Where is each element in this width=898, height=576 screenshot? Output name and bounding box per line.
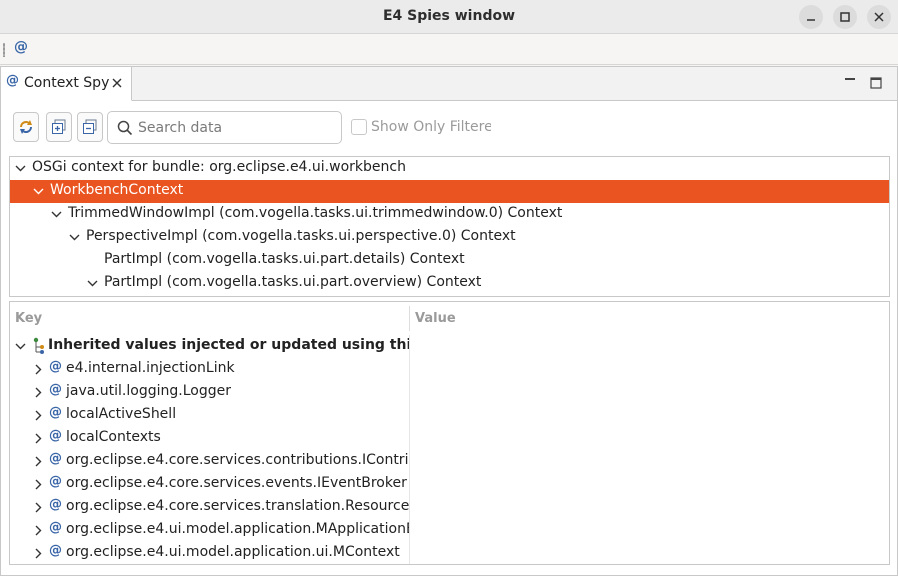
entry-key: localActiveShell [66, 406, 177, 422]
refresh-icon [20, 120, 32, 134]
tree-row-part-overview[interactable]: PartImpl (com.vogella.tasks.ui.part.over… [10, 272, 889, 295]
tree-label: PartImpl (com.vogella.tasks.ui.part.deta… [104, 251, 465, 267]
minimize-button[interactable] [799, 5, 823, 29]
chevron-down-icon[interactable] [33, 186, 44, 197]
chevron-right-icon[interactable] [33, 525, 44, 536]
tree-row-workbench-context[interactable]: WorkbenchContext [10, 180, 889, 203]
refresh-button[interactable] [13, 112, 39, 142]
expand-all-button[interactable] [46, 112, 72, 142]
tab-label: Context Spy [24, 75, 110, 91]
maximize-button[interactable] [833, 5, 857, 29]
tree-label: PerspectiveImpl (com.vogella.tasks.ui.pe… [86, 228, 516, 244]
table-row[interactable]: @ e4.internal.injectionLink [10, 358, 409, 381]
tree-label: PartImpl (com.vogella.tasks.ui.part.over… [104, 274, 482, 290]
search-box [107, 111, 342, 144]
window-title: E4 Spies window [382, 8, 516, 24]
table-row[interactable]: @ localActiveShell [10, 404, 409, 427]
collapse-all-icon [83, 119, 97, 134]
column-header-value[interactable]: Value [415, 311, 456, 326]
tree-label: TrimmedWindowImpl (com.vogella.tasks.ui.… [68, 205, 563, 221]
context-spy-view: @ Context Spy Search data Show Only Filt… [0, 66, 898, 576]
table-header: Key Value [10, 302, 889, 335]
chevron-right-icon[interactable] [33, 479, 44, 490]
chevron-right-icon[interactable] [33, 548, 44, 559]
link-icon: @ [49, 474, 62, 489]
chevron-down-icon[interactable] [51, 209, 62, 220]
collapse-all-button[interactable] [77, 112, 103, 142]
minimize-view-icon[interactable] [844, 75, 856, 87]
hierarchy-icon [33, 337, 44, 354]
context-data-table: Key Value Inherited values injected or u… [9, 301, 890, 565]
context-spy-toolbar-icon[interactable]: @ [14, 39, 28, 55]
link-icon: @ [49, 543, 62, 558]
column-separator [409, 335, 410, 564]
table-row[interactable]: @ org.eclipse.e4.ui.model.application.ui… [10, 542, 409, 564]
table-row[interactable]: @ org.eclipse.e4.core.services.translati… [10, 496, 409, 519]
view-tabstrip: @ Context Spy [1, 67, 897, 101]
chevron-down-icon[interactable] [15, 163, 26, 174]
entry-key: org.eclipse.e4.core.services.events.IEve… [66, 475, 407, 491]
close-tab-icon[interactable] [112, 78, 122, 88]
chevron-right-icon[interactable] [33, 364, 44, 375]
tree-row-perspective[interactable]: PerspectiveImpl (com.vogella.tasks.ui.pe… [10, 226, 889, 249]
search-input[interactable] [138, 117, 338, 139]
chevron-right-icon[interactable] [33, 456, 44, 467]
column-header-key[interactable]: Key [15, 311, 42, 326]
entry-key: java.util.logging.Logger [66, 383, 231, 399]
link-icon: @ [49, 497, 62, 512]
entry-key: org.eclipse.e4.core.services.contributio… [66, 452, 409, 468]
chevron-right-icon[interactable] [33, 387, 44, 398]
toolbar-grip[interactable] [3, 43, 5, 57]
tab-context-spy[interactable]: @ Context Spy [1, 67, 132, 101]
tree-row-trimmed-window[interactable]: TrimmedWindowImpl (com.vogella.tasks.ui.… [10, 203, 889, 226]
close-icon [874, 12, 884, 22]
entry-key: localContexts [66, 429, 161, 445]
window-titlebar: E4 Spies window [0, 0, 898, 34]
link-icon: @ [49, 451, 62, 466]
show-only-filtered-checkbox[interactable] [351, 119, 367, 135]
entry-key: e4.internal.injectionLink [66, 360, 235, 376]
chevron-down-icon[interactable] [69, 232, 80, 243]
maximize-icon [840, 12, 850, 22]
table-row-inherited-group[interactable]: Inherited values injected or updated usi… [10, 335, 409, 358]
chevron-right-icon[interactable] [33, 410, 44, 421]
context-tree: OSGi context for bundle: org.eclipse.e4.… [9, 156, 890, 297]
close-window-button[interactable] [867, 5, 891, 29]
context-spy-tab-icon: @ [6, 73, 19, 88]
table-row[interactable]: @ org.eclipse.e4.ui.model.application.MA… [10, 519, 409, 542]
column-divider[interactable] [409, 306, 410, 331]
tree-row-part-details[interactable]: PartImpl (com.vogella.tasks.ui.part.deta… [10, 249, 889, 272]
expand-all-icon [52, 119, 66, 134]
entry-key: org.eclipse.e4.core.services.translation… [66, 498, 409, 514]
link-icon: @ [49, 382, 62, 397]
show-only-filtered-label[interactable]: Show Only Filtered [371, 119, 491, 135]
maximize-view-icon[interactable] [870, 77, 882, 89]
tree-label: OSGi context for bundle: org.eclipse.e4.… [32, 159, 406, 175]
link-icon: @ [49, 428, 62, 443]
search-icon [117, 120, 133, 136]
table-row[interactable]: @ localContexts [10, 427, 409, 450]
link-icon: @ [49, 405, 62, 420]
chevron-down-icon[interactable] [15, 341, 26, 352]
table-row[interactable]: @ java.util.logging.Logger [10, 381, 409, 404]
entry-key: org.eclipse.e4.ui.model.application.MApp… [66, 521, 409, 537]
link-icon: @ [49, 520, 62, 535]
tree-row-root[interactable]: OSGi context for bundle: org.eclipse.e4.… [10, 157, 889, 180]
link-icon: @ [49, 359, 62, 374]
chevron-right-icon[interactable] [33, 502, 44, 513]
chevron-down-icon[interactable] [87, 278, 98, 289]
entry-key: org.eclipse.e4.ui.model.application.ui.M… [66, 544, 400, 560]
group-label: Inherited values injected or updated usi… [48, 337, 409, 353]
main-toolbar: @ [0, 35, 898, 65]
minimize-icon [807, 19, 815, 21]
table-row[interactable]: @ org.eclipse.e4.core.services.events.IE… [10, 473, 409, 496]
table-row[interactable]: @ org.eclipse.e4.core.services.contribut… [10, 450, 409, 473]
spy-controls: Show Only Filtered [1, 102, 897, 152]
chevron-right-icon[interactable] [33, 433, 44, 444]
tree-label: WorkbenchContext [50, 182, 184, 198]
